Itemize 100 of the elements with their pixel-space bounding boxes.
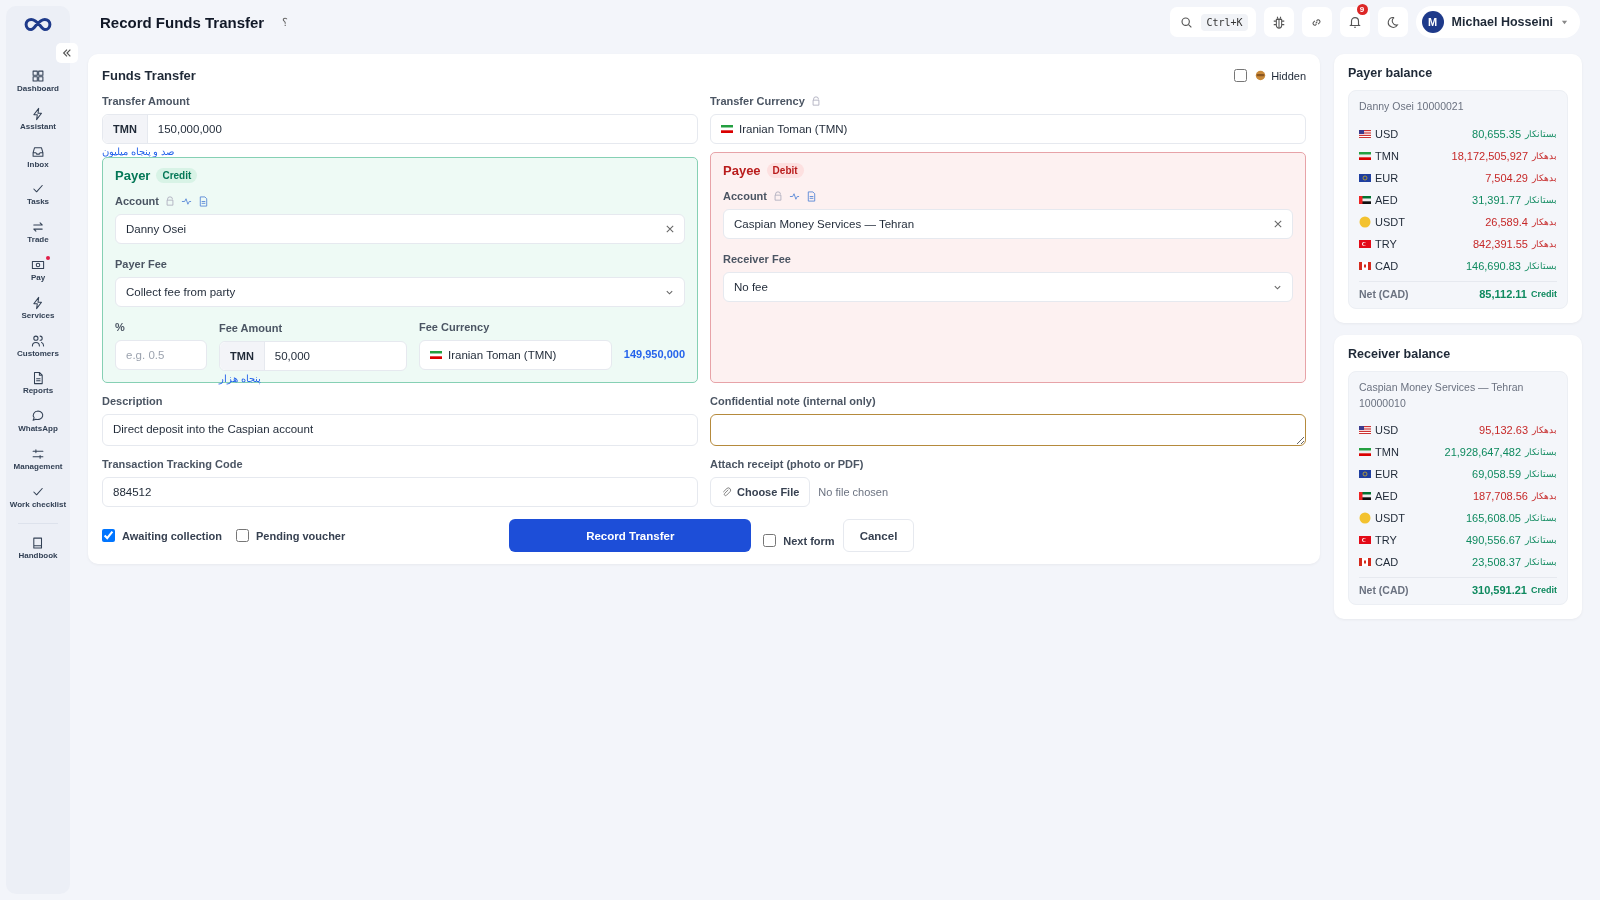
- sidebar-item[interactable]: Management: [13, 446, 63, 472]
- document-icon[interactable]: [806, 190, 817, 202]
- amount-in-words: صد و پنجاه میلیون: [102, 146, 175, 157]
- activity-icon[interactable]: [789, 190, 800, 202]
- bug-icon: [1271, 15, 1286, 29]
- flag-icon: [1359, 173, 1371, 182]
- choose-file-button[interactable]: Choose File: [710, 477, 811, 507]
- balance-amount: 69,058.59: [1472, 468, 1521, 481]
- sidebar-item[interactable]: Customers: [17, 333, 59, 359]
- lock-icon: [165, 196, 175, 206]
- description-textarea[interactable]: Direct deposit into the Caspian account: [102, 414, 698, 446]
- checkbox[interactable]: [1234, 69, 1248, 82]
- field-label: Confidential note (internal only): [710, 395, 877, 407]
- flag-icon: [1359, 239, 1371, 248]
- card-title: Receiver balance: [1348, 346, 1452, 361]
- balance-amount: 187,708.56: [1472, 490, 1528, 503]
- coin-icon: [1359, 512, 1371, 525]
- user-menu[interactable]: M Michael Hosseini: [1415, 6, 1580, 38]
- currency-select[interactable]: Iranian Toman (TMN): [710, 114, 1306, 144]
- sidebar-item[interactable]: Services: [21, 295, 55, 321]
- balance-status: بستانکار: [1525, 128, 1557, 139]
- sidebar-item[interactable]: Inbox: [27, 144, 49, 170]
- field-label: Payer Fee: [115, 258, 168, 270]
- flag-icon: [1359, 470, 1371, 479]
- sidebar-item[interactable]: Work checklist: [9, 484, 67, 510]
- nav-icon: [31, 106, 45, 121]
- shortcut-hint: Ctrl+K: [1201, 13, 1248, 31]
- currency-code: CAD: [1375, 259, 1400, 272]
- notifications-button[interactable]: 9: [1339, 7, 1370, 37]
- balance-amount: 7,504.29: [1485, 171, 1528, 184]
- flag-icon: [1359, 261, 1371, 270]
- balance-status: بستانکار: [1525, 469, 1557, 480]
- tracking-code-input[interactable]: 884512: [102, 477, 698, 507]
- currency-code: CAD: [1375, 556, 1400, 569]
- fee-amount-field[interactable]: TMN 50,000: [219, 341, 407, 371]
- clear-icon[interactable]: [666, 225, 674, 233]
- sidebar-item[interactable]: Tasks: [26, 182, 50, 208]
- checkbox[interactable]: [102, 529, 115, 542]
- checkbox[interactable]: [763, 534, 777, 547]
- flag-icon: [1359, 151, 1371, 160]
- card-title: Funds Transfer: [102, 68, 196, 83]
- user-name: Michael Hosseini: [1451, 15, 1553, 29]
- account-select[interactable]: Danny Osei: [115, 214, 685, 244]
- percent-input[interactable]: e.g. 0.5: [115, 340, 207, 370]
- field-label: Description: [102, 395, 164, 407]
- balance-amount: 26,589.4: [1485, 215, 1528, 228]
- account-name: Caspian Money Services — Tehran 10000010: [1359, 379, 1525, 411]
- balance-status: بدهکار: [1532, 491, 1557, 502]
- nav-icon: [31, 446, 45, 461]
- moon-icon: [1386, 15, 1400, 29]
- cancel-button[interactable]: Cancel: [842, 519, 915, 552]
- help-badge[interactable]: ؟: [282, 15, 289, 29]
- record-transfer-button[interactable]: Record Transfer: [509, 519, 752, 552]
- balance-status: بستانکار: [1525, 194, 1557, 205]
- currency-code: TMN: [1375, 149, 1400, 162]
- account-select[interactable]: Caspian Money Services — Tehran: [723, 209, 1293, 239]
- collapse-sidebar-button[interactable]: [56, 43, 78, 63]
- fee-select[interactable]: No fee: [723, 272, 1293, 302]
- checkbox[interactable]: [236, 529, 250, 542]
- nav-icon: [31, 258, 45, 272]
- sidebar-item[interactable]: Pay: [30, 258, 46, 283]
- theme-toggle-button[interactable]: [1377, 7, 1408, 37]
- net-balance: 310,591.21: [1471, 584, 1527, 597]
- search-button[interactable]: Ctrl+K: [1170, 7, 1256, 37]
- note-textarea[interactable]: [710, 414, 1306, 446]
- balance-amount: 165,608.05: [1465, 512, 1521, 525]
- net-label: Net (CAD): [1359, 287, 1410, 300]
- paperclip-icon: [721, 486, 732, 498]
- sidebar-item[interactable]: Reports: [22, 371, 54, 397]
- balance-status: بدهکار: [1532, 216, 1557, 227]
- balance-status: بدهکار: [1532, 238, 1557, 249]
- sidebar-item[interactable]: Dashboard: [17, 69, 59, 94]
- fee-currency-select[interactable]: Iranian Toman (TMN): [419, 340, 612, 370]
- sidebar-item[interactable]: Handbook: [18, 535, 58, 561]
- currency-code: USD: [1375, 424, 1400, 437]
- checkbox-label: Pending voucher: [256, 529, 346, 542]
- fee-select[interactable]: Collect fee from party: [115, 277, 685, 307]
- sidebar-item[interactable]: Assistant: [20, 106, 56, 132]
- currency-code: EUR: [1375, 171, 1400, 184]
- net-status: Credit: [1531, 288, 1557, 299]
- avatar: M: [1421, 11, 1444, 33]
- tag: Debit: [766, 163, 804, 178]
- activity-icon[interactable]: [181, 195, 192, 207]
- amount-field[interactable]: TMN 150,000,000: [102, 114, 698, 144]
- nav-icon: [31, 69, 45, 83]
- bug-report-button[interactable]: [1263, 7, 1294, 37]
- notification-count: 9: [1356, 4, 1368, 15]
- sidebar-item[interactable]: Trade: [27, 220, 49, 245]
- balance-status: بدهکار: [1532, 172, 1557, 183]
- sidebar-item[interactable]: WhatsApp: [18, 409, 58, 434]
- caret-icon: [1561, 18, 1568, 26]
- field-label: Fee Amount: [219, 322, 284, 334]
- currency-code: AED: [1375, 490, 1399, 503]
- clear-icon[interactable]: [1274, 220, 1282, 228]
- document-icon[interactable]: [198, 195, 209, 207]
- flag-icon: [1359, 129, 1371, 138]
- balance-status: بدهکار: [1532, 425, 1557, 436]
- page-title: Record Funds Transfer: [100, 13, 265, 31]
- net-status: Credit: [1531, 585, 1557, 596]
- flag-icon: [721, 125, 733, 133]
